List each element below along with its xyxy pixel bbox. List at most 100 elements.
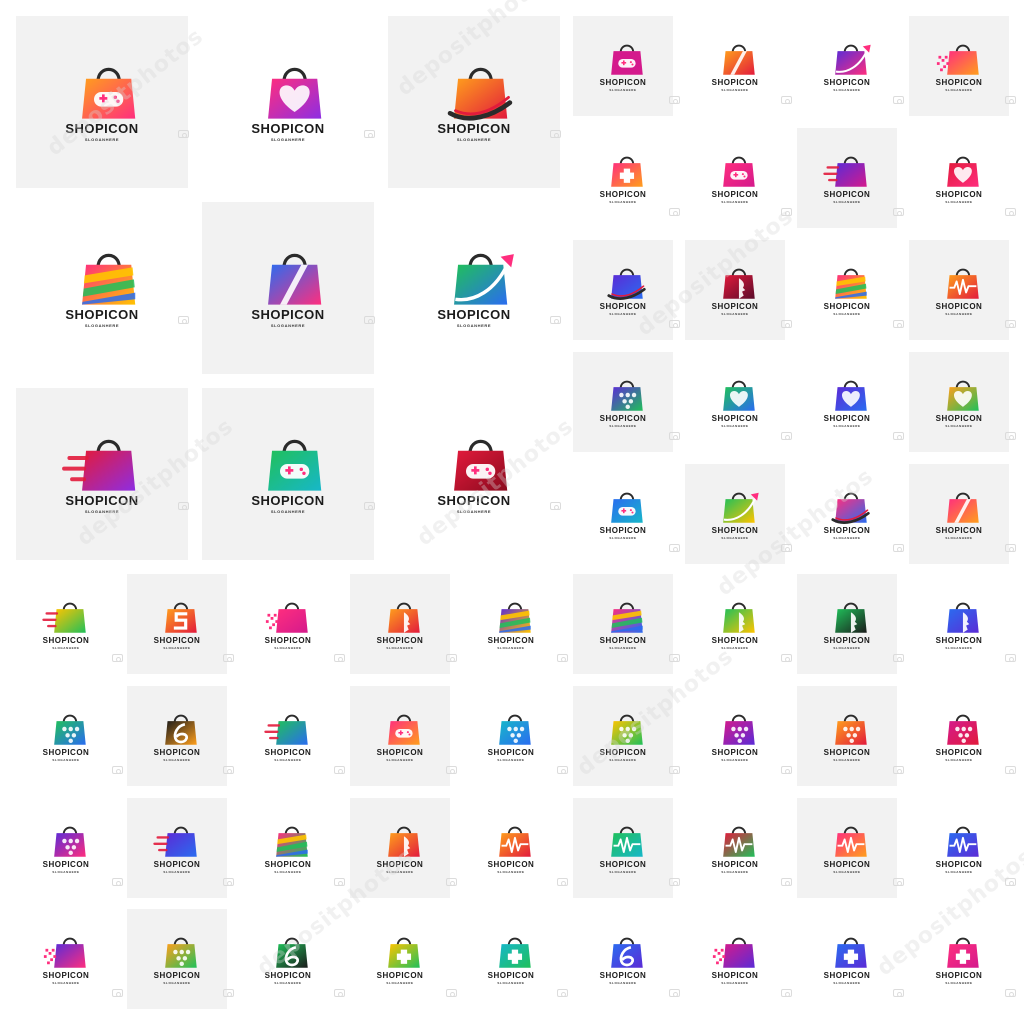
logo-tile: SHOPICON SLOGANHERE xyxy=(685,16,785,116)
logo-slogan: SLOGANHERE xyxy=(945,424,973,428)
logo-slogan: SLOGANHERE xyxy=(386,981,414,985)
face-bag-icon xyxy=(388,826,420,857)
logo-slogan: SLOGANHERE xyxy=(945,870,973,874)
shoe-bag-icon xyxy=(607,268,646,300)
plus-bag-icon xyxy=(388,937,420,968)
gamepad-bag-icon xyxy=(268,439,322,491)
camera-icon xyxy=(334,654,345,662)
logo-tile: SHOPICON SLOGANHERE xyxy=(909,798,1009,898)
camera-icon xyxy=(1005,320,1016,328)
camera-icon xyxy=(112,989,123,997)
heart-bag-icon xyxy=(268,67,322,119)
logo-tile: SHOPICON SLOGANHERE xyxy=(16,909,116,1009)
logo-tile: SHOPICON SLOGANHERE xyxy=(461,574,561,674)
logo-wordmark: SHOPICON xyxy=(823,860,871,869)
dots-bag-icon xyxy=(835,714,867,745)
gamepad-bag-icon xyxy=(611,44,643,75)
logo-tile: SHOPICON SLOGANHERE xyxy=(461,909,561,1009)
logo-tile: SHOPICON SLOGANHERE xyxy=(16,574,116,674)
logo-tile: SHOPICON SLOGANHERE xyxy=(685,909,785,1009)
logo-wordmark: SHOPICON xyxy=(487,971,535,980)
logo-wordmark: SHOPICON xyxy=(711,636,759,645)
logo-slogan: SLOGANHERE xyxy=(609,312,637,316)
logo-slogan: SLOGANHERE xyxy=(609,424,637,428)
logo-slogan: SLOGANHERE xyxy=(52,758,80,762)
logo-wordmark: SHOPICON xyxy=(823,414,871,423)
logo-wordmark: SHOPICON xyxy=(711,860,759,869)
pixel-bag-icon xyxy=(43,937,86,968)
camera-icon xyxy=(557,989,568,997)
logo-slogan: SLOGANHERE xyxy=(833,646,861,650)
gamepad-bag-icon xyxy=(723,156,755,187)
logo-tile: SHOPICON SLOGANHERE xyxy=(16,202,188,374)
logo-wordmark: SHOPICON xyxy=(711,971,759,980)
logo-wordmark: SHOPICON xyxy=(42,860,90,869)
pixel-bag-icon xyxy=(936,44,979,75)
logo-slogan: SLOGANHERE xyxy=(609,88,637,92)
pixel-bag-icon xyxy=(712,937,755,968)
logo-wordmark: SHOPICON xyxy=(935,860,983,869)
camera-icon xyxy=(893,989,904,997)
logo-slogan: SLOGANHERE xyxy=(609,981,637,985)
camera-icon xyxy=(223,878,234,886)
slash-bag-icon xyxy=(268,253,322,305)
logo-wordmark: SHOPICON xyxy=(823,636,871,645)
logo-tile: SHOPICON SLOGANHERE xyxy=(685,574,785,674)
logo-wordmark: SHOPICON xyxy=(251,121,325,136)
logo-slogan: SLOGANHERE xyxy=(270,509,306,514)
heart-bag-icon xyxy=(723,380,755,411)
logo-tile: SHOPICON SLOGANHERE xyxy=(573,16,673,116)
logo-wordmark: SHOPICON xyxy=(711,302,759,311)
logo-slogan: SLOGANHERE xyxy=(609,870,637,874)
logo-slogan: SLOGANHERE xyxy=(609,646,637,650)
plus-bag-icon xyxy=(499,937,531,968)
logo-wordmark: SHOPICON xyxy=(153,860,201,869)
logo-slogan: SLOGANHERE xyxy=(945,312,973,316)
logo-tile: SHOPICON SLOGANHERE xyxy=(685,464,785,564)
camera-icon xyxy=(893,432,904,440)
camera-icon xyxy=(669,96,680,104)
camera-icon xyxy=(223,654,234,662)
camera-icon xyxy=(669,989,680,997)
wave-bag-icon xyxy=(947,826,979,857)
camera-icon xyxy=(223,989,234,997)
logo-wordmark: SHOPICON xyxy=(251,307,325,322)
logo-wordmark: SHOPICON xyxy=(153,636,201,645)
camera-icon xyxy=(669,432,680,440)
logo-wordmark: SHOPICON xyxy=(42,636,90,645)
logo-tile: SHOPICON SLOGANHERE xyxy=(350,574,450,674)
camera-icon xyxy=(178,130,189,138)
heart-bag-icon xyxy=(947,156,979,187)
logo-slogan: SLOGANHERE xyxy=(721,646,749,650)
logo-slogan: SLOGANHERE xyxy=(721,200,749,204)
logo-tile: SHOPICON SLOGANHERE xyxy=(573,352,673,452)
dots-bag-icon xyxy=(611,714,643,745)
logo-tile: SHOPICON SLOGANHERE xyxy=(202,388,374,560)
logo-wordmark: SHOPICON xyxy=(264,636,312,645)
logo-slogan: SLOGANHERE xyxy=(52,981,80,985)
logo-tile: SHOPICON SLOGANHERE xyxy=(388,388,560,560)
dots-bag-icon xyxy=(499,714,531,745)
pixel-bag-icon xyxy=(265,602,308,633)
logo-tile: SHOPICON SLOGANHERE xyxy=(909,464,1009,564)
logo-slogan: SLOGANHERE xyxy=(609,758,637,762)
logo-slogan: SLOGANHERE xyxy=(456,509,492,514)
wave-bag-icon xyxy=(835,826,867,857)
logo-tile: SHOPICON SLOGANHERE xyxy=(797,464,897,564)
logo-wordmark: SHOPICON xyxy=(711,78,759,87)
logo-tile: SHOPICON SLOGANHERE xyxy=(685,128,785,228)
plus-bag-icon xyxy=(835,937,867,968)
logo-wordmark: SHOPICON xyxy=(935,414,983,423)
logo-wordmark: SHOPICON xyxy=(599,748,647,757)
gamepad-bag-icon xyxy=(611,492,643,523)
logo-tile: SHOPICON SLOGANHERE xyxy=(909,352,1009,452)
camera-icon xyxy=(669,320,680,328)
logo-tile: SHOPICON SLOGANHERE xyxy=(573,464,673,564)
letter-s-bag-icon xyxy=(165,602,197,633)
logo-slogan: SLOGANHERE xyxy=(386,758,414,762)
camera-icon xyxy=(669,878,680,886)
logo-slogan: SLOGANHERE xyxy=(721,981,749,985)
camera-icon xyxy=(1005,208,1016,216)
logo-tile: SHOPICON SLOGANHERE xyxy=(16,388,188,560)
logo-tile: SHOPICON SLOGANHERE xyxy=(685,352,785,452)
